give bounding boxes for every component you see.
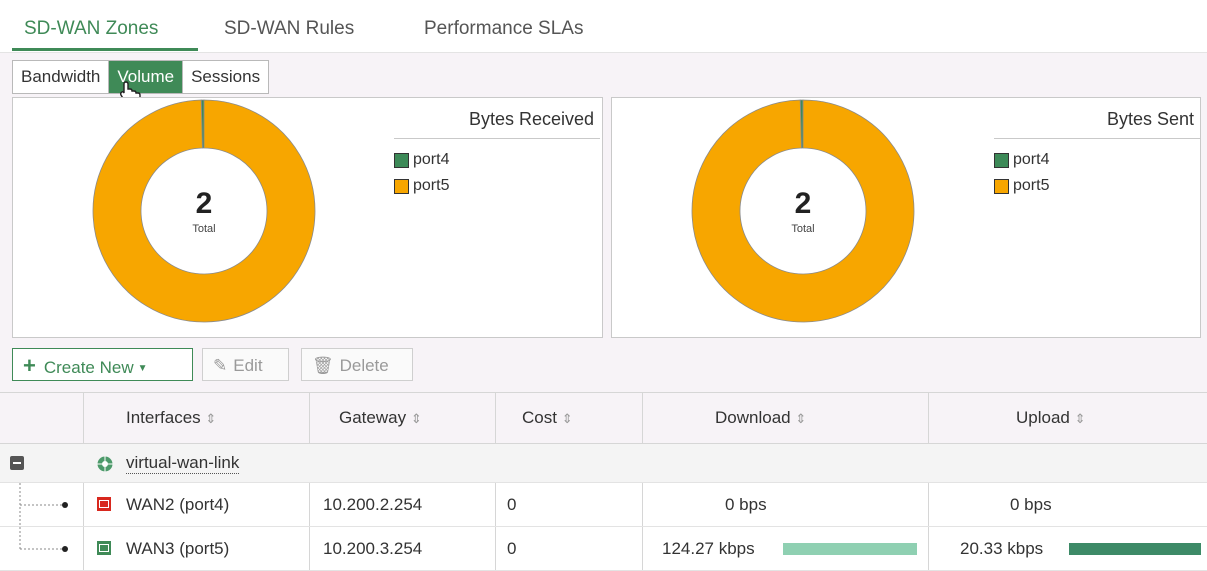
interface-name: WAN2 (port4)	[126, 495, 230, 514]
sent-total-label: Total	[791, 223, 814, 235]
cost: 0	[507, 495, 517, 514]
upload: 20.33 kbps	[960, 539, 1044, 558]
sort-icon: ⇕	[205, 411, 217, 426]
download: 124.27 kbps	[662, 539, 755, 558]
tab-bar: SD-WAN Zones SD-WAN Rules Performance SL…	[0, 0, 1207, 53]
legend-port4[interactable]: port4	[394, 147, 600, 173]
header-cost[interactable]: Cost ⇕	[522, 408, 573, 428]
delete-button[interactable]: 🗑 Delete	[301, 348, 413, 381]
header-gateway[interactable]: Gateway ⇕	[339, 408, 422, 428]
collapse-icon[interactable]	[10, 456, 24, 470]
bytes-received-legend: Bytes Received port4 port5	[394, 100, 600, 199]
legend-label: port4	[1013, 151, 1050, 168]
header-interfaces[interactable]: Interfaces ⇕	[126, 408, 216, 428]
sessions-toggle[interactable]: Sessions	[183, 61, 268, 93]
gateway: 10.200.3.254	[323, 539, 423, 558]
sent-total-value: 2	[795, 187, 812, 220]
create-new-label: Create New	[43, 358, 134, 377]
upload: 0 bps	[1010, 495, 1052, 514]
legend-port5[interactable]: port5	[994, 173, 1200, 199]
interface-name: WAN3 (port5)	[126, 539, 230, 558]
bytes-sent-panel: 2 Total Bytes Sent port4 port5	[611, 97, 1201, 338]
upload-bar	[1069, 543, 1201, 555]
delete-label: Delete	[339, 356, 389, 375]
download: 0 bps	[725, 495, 767, 514]
trash-icon: 🗑	[312, 356, 334, 375]
legend-label: port5	[1013, 177, 1050, 194]
table-header: Interfaces ⇕ Gateway ⇕ Cost ⇕ Download ⇕…	[0, 393, 1207, 444]
group-name[interactable]: virtual-wan-link	[126, 453, 240, 474]
caret-down-icon: ▼	[137, 363, 148, 374]
bytes-received-title: Bytes Received	[394, 100, 600, 139]
virtual-wan-link-icon	[97, 456, 113, 472]
bytes-sent-legend: Bytes Sent port4 port5	[994, 100, 1200, 199]
gateway: 10.200.2.254	[323, 495, 423, 514]
swatch-port4	[394, 152, 409, 168]
header-upload[interactable]: Upload ⇕	[1016, 408, 1086, 428]
swatch-port5	[994, 178, 1009, 194]
sort-icon: ⇕	[1074, 411, 1086, 426]
table-row[interactable]: WAN2 (port4) 10.200.2.254 0 0 bps 0 bps	[0, 483, 1207, 527]
pencil-icon: ✎	[213, 356, 228, 375]
sd-wan-table: Interfaces ⇕ Gateway ⇕ Cost ⇕ Download ⇕…	[0, 392, 1207, 571]
group-row[interactable]: virtual-wan-link	[0, 444, 1207, 483]
plus-icon: +	[23, 353, 36, 378]
create-new-button[interactable]: + Create New ▼	[12, 348, 193, 381]
swatch-port5	[394, 178, 409, 194]
bytes-sent-title: Bytes Sent	[994, 100, 1200, 139]
legend-label: port4	[413, 151, 450, 168]
header-download[interactable]: Download ⇕	[715, 408, 806, 428]
sort-icon: ⇕	[795, 411, 807, 426]
sort-icon: ⇕	[410, 411, 422, 426]
download-bar	[783, 543, 917, 555]
legend-port4[interactable]: port4	[994, 147, 1200, 173]
port-icon	[97, 497, 111, 511]
active-tab-indicator	[12, 48, 198, 51]
sort-icon: ⇕	[561, 411, 573, 426]
legend-port5[interactable]: port5	[394, 173, 600, 199]
cost: 0	[507, 539, 517, 558]
bandwidth-toggle[interactable]: Bandwidth	[13, 61, 110, 93]
table-row[interactable]: WAN3 (port5) 10.200.3.254 0 124.27 kbps …	[0, 527, 1207, 571]
edit-button[interactable]: ✎ Edit	[202, 348, 289, 381]
bytes-received-panel: 2 Total Bytes Received port4 port5	[12, 97, 603, 338]
legend-label: port5	[413, 177, 450, 194]
received-total-value: 2	[196, 187, 213, 220]
edit-label: Edit	[233, 356, 263, 375]
tab-sd-wan-zones[interactable]: SD-WAN Zones	[24, 18, 158, 40]
tab-sd-wan-rules[interactable]: SD-WAN Rules	[224, 18, 354, 40]
tab-performance-slas[interactable]: Performance SLAs	[424, 18, 583, 40]
port-icon	[97, 541, 111, 555]
swatch-port4	[994, 152, 1009, 168]
received-total-label: Total	[192, 223, 215, 235]
